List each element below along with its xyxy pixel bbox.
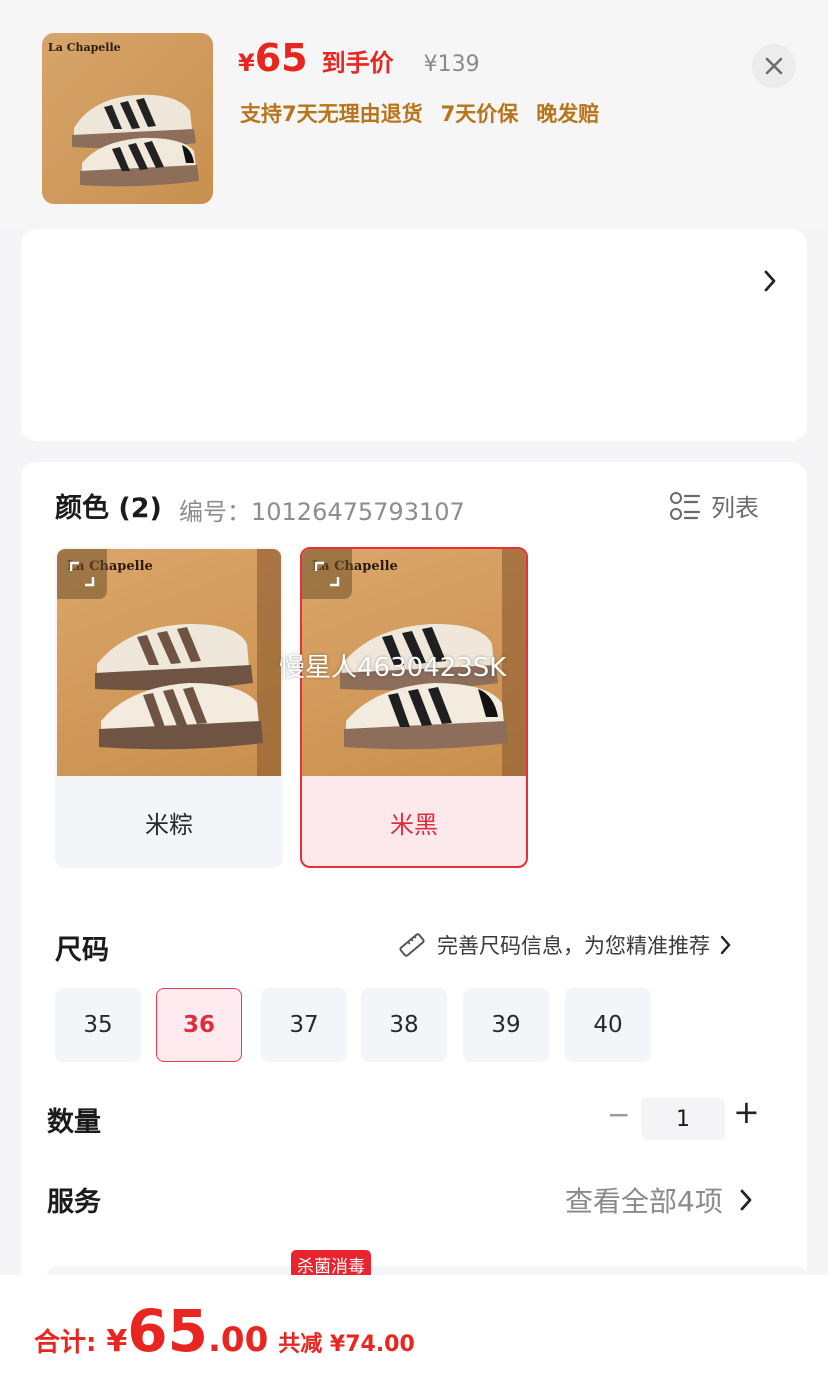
sku-selector-sheet: La Chapelle ¥ 65 到手价 ¥139 支持7天无理由退货 7天价保… — [0, 0, 828, 1393]
service-view-all-link[interactable]: 查看全部4项 — [565, 1180, 753, 1220]
total-savings: 共减 ¥74.00 — [278, 1332, 415, 1357]
total-currency: ¥ — [106, 1324, 128, 1359]
size-option-39[interactable]: 39 — [463, 988, 549, 1062]
price-row: ¥ 65 到手价 ¥139 — [238, 36, 480, 86]
total-price: 合计: ¥ 65 .00 共减 ¥74.00 — [34, 1297, 415, 1365]
promo-row: 支持7天无理由退货 7天价保 晚发赔 — [240, 98, 599, 128]
list-toggle-label: 列表 — [711, 494, 759, 522]
expand-icon[interactable] — [57, 549, 107, 599]
size-recommend-link[interactable]: 完善尺码信息，为您精准推荐 — [397, 930, 732, 960]
color-variant-beige-black[interactable]: La Chapelle 米黑 — [300, 547, 528, 868]
total-label: 合计: — [34, 1328, 97, 1358]
list-icon — [670, 491, 701, 520]
size-option-40[interactable]: 40 — [565, 988, 651, 1062]
quantity-input[interactable]: 1 — [641, 1098, 725, 1140]
checkout-bar: 合计: ¥ 65 .00 共减 ¥74.00 — [0, 1275, 828, 1393]
final-price: 65 — [254, 36, 308, 80]
product-thumbnail[interactable]: La Chapelle — [42, 33, 213, 204]
size-option-38[interactable]: 38 — [361, 988, 447, 1062]
promo-price-protect: 7天价保 — [440, 102, 519, 126]
expand-icon[interactable] — [302, 549, 352, 599]
size-option-37[interactable]: 37 — [261, 988, 347, 1062]
sheet-header: La Chapelle ¥ 65 到手价 ¥139 支持7天无理由退货 7天价保… — [0, 0, 828, 228]
promo-late-compensation: 晚发赔 — [536, 102, 600, 126]
size-option-36[interactable]: 36 — [156, 988, 242, 1062]
service-view-all-label: 查看全部4项 — [565, 1185, 723, 1218]
total-decimal: .00 — [208, 1320, 269, 1360]
variant-label: 米黑 — [390, 810, 438, 839]
chevron-right-icon — [720, 935, 731, 955]
address-card[interactable] — [21, 229, 807, 441]
options-card: 颜色 (2) 编号：10126475793107 列表 La Chapelle … — [21, 462, 807, 1326]
chevron-right-icon — [764, 270, 776, 292]
color-variant-beige-brown[interactable]: La Chapelle 米粽 — [55, 547, 283, 868]
total-integer: 65 — [127, 1297, 208, 1365]
shoe-illustration — [72, 94, 199, 187]
quantity-increase-button[interactable]: + — [733, 1093, 760, 1131]
color-section-title: 颜色 (2) — [55, 493, 162, 524]
chevron-right-icon — [740, 1189, 752, 1211]
price-currency: ¥ — [238, 49, 255, 77]
service-section-title: 服务 — [47, 1187, 101, 1218]
sku-number: 编号：10126475793107 — [179, 498, 465, 526]
size-option-35[interactable]: 35 — [55, 988, 141, 1062]
final-price-label: 到手价 — [321, 49, 394, 77]
variant-image: La Chapelle — [57, 549, 281, 776]
close-icon — [765, 57, 783, 75]
original-price: ¥139 — [423, 52, 480, 77]
close-button[interactable] — [752, 44, 796, 88]
size-section-title: 尺码 — [55, 935, 109, 966]
quantity-section-title: 数量 — [47, 1107, 101, 1138]
list-view-toggle[interactable]: 列表 — [669, 488, 759, 523]
watermark-text: 慢星人4630423SK — [279, 653, 507, 683]
promo-return: 支持7天无理由退货 — [240, 102, 423, 126]
variant-label: 米粽 — [145, 810, 193, 839]
quantity-decrease-button[interactable]: − — [607, 1098, 630, 1131]
size-recommend-label: 完善尺码信息，为您精准推荐 — [437, 934, 710, 958]
ruler-icon — [399, 933, 425, 957]
